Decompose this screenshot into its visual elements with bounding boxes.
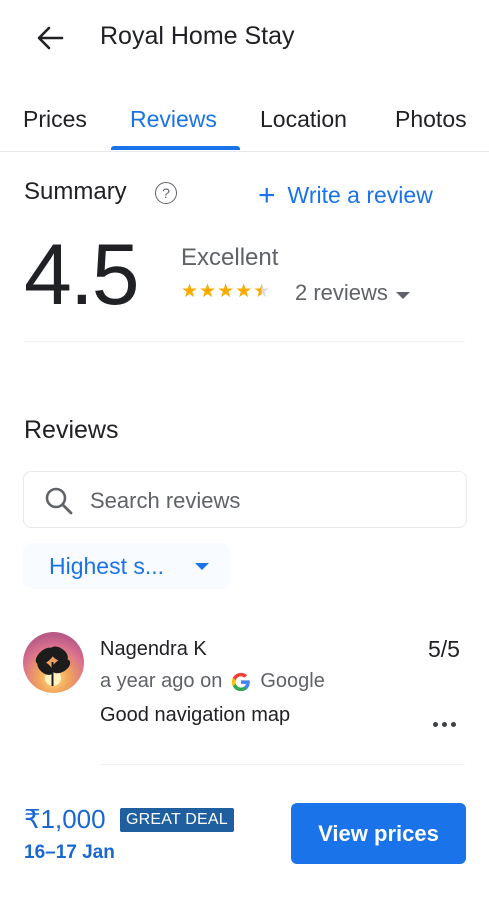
write-review-button[interactable]: + Write a review: [258, 178, 433, 212]
search-placeholder: Search reviews: [90, 488, 241, 513]
plus-icon: +: [258, 178, 276, 212]
google-logo-icon: [232, 672, 251, 691]
star-full-icon: ★: [235, 281, 253, 302]
rating-descriptor: Excellent: [181, 244, 279, 271]
review-meta: a year ago on Google: [100, 670, 325, 693]
tab-reviews[interactable]: Reviews: [130, 106, 217, 133]
summary-title: Summary: [24, 178, 127, 205]
reviews-heading: Reviews: [24, 416, 119, 444]
arrow-left-icon: [37, 26, 64, 50]
reviewer-name[interactable]: Nagendra K: [100, 638, 207, 661]
sort-dropdown[interactable]: Highest s...: [23, 543, 230, 589]
view-prices-button[interactable]: View prices: [291, 803, 466, 864]
star-full-icon: ★: [217, 281, 235, 302]
divider: [100, 764, 465, 765]
tab-bar: Prices Reviews Location Photos: [0, 96, 489, 152]
overall-rating: 4.5: [24, 227, 140, 323]
star-half-icon: ★: [253, 281, 271, 302]
back-button[interactable]: [30, 20, 70, 56]
review-text: Good navigation map: [100, 704, 291, 726]
more-dots-icon: [441, 721, 447, 727]
review-time: a year ago on: [100, 670, 223, 692]
star-rating: ★ ★ ★ ★ ★: [181, 282, 270, 302]
search-icon: [45, 487, 73, 515]
star-full-icon: ★: [199, 281, 217, 302]
tab-location[interactable]: Location: [260, 106, 347, 133]
help-icon[interactable]: ?: [155, 182, 177, 204]
tab-prices[interactable]: Prices: [23, 106, 87, 133]
write-review-label: Write a review: [287, 182, 433, 208]
more-dots-icon: [450, 721, 456, 727]
caret-down-icon: [195, 563, 209, 570]
app-bar: Royal Home Stay: [0, 0, 489, 78]
avatar[interactable]: [23, 632, 84, 693]
deal-badge: GREAT DEAL: [120, 808, 234, 832]
caret-down-icon: [395, 291, 410, 299]
active-tab-indicator: [111, 146, 240, 150]
page-title: Royal Home Stay: [100, 22, 295, 50]
review-score: 5/5: [428, 636, 460, 662]
review-count-dropdown[interactable]: 2 reviews: [295, 280, 410, 306]
tab-photos[interactable]: Photos: [395, 106, 467, 133]
price: ₹1,000: [24, 804, 106, 834]
review-source: Google: [260, 670, 325, 692]
sort-label: Highest s...: [49, 553, 165, 579]
avatar-image: [23, 632, 84, 693]
divider: [24, 341, 465, 342]
stay-dates[interactable]: 16–17 Jan: [24, 842, 115, 864]
more-dots-icon: [432, 721, 438, 727]
review-count-label: 2 reviews: [295, 280, 388, 305]
more-options-button[interactable]: [426, 712, 462, 736]
star-full-icon: ★: [181, 281, 199, 302]
search-reviews-input[interactable]: Search reviews: [23, 471, 467, 528]
